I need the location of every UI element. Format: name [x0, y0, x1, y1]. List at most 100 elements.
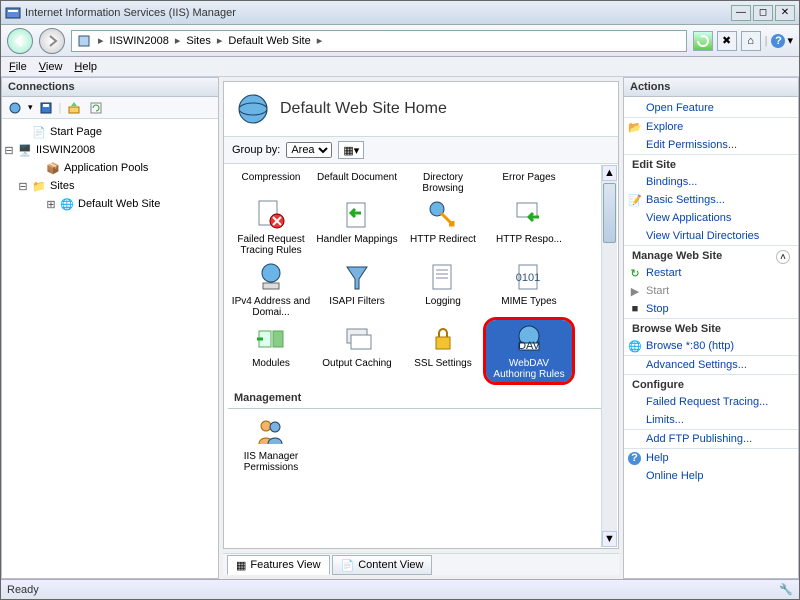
feature-failed-request-tracing[interactable]: Failed Request Tracing Rules	[228, 196, 314, 258]
feature-http-redirect[interactable]: HTTP Redirect	[400, 196, 486, 258]
isapi-filters-icon	[340, 260, 374, 294]
action-view-applications[interactable]: View Applications	[624, 209, 798, 227]
scroll-down-button[interactable]: ▼	[602, 531, 617, 547]
group-by-select[interactable]: Area	[286, 142, 332, 158]
feature-isapi-filters[interactable]: ISAPI Filters	[314, 258, 400, 320]
breadcrumb-sites[interactable]: Sites	[186, 35, 210, 47]
navbar: IISWIN2008 Sites Default Web Site ✖ ⌂ | …	[1, 25, 799, 57]
config-scope-icon: 🔧	[779, 583, 793, 596]
refresh-button[interactable]	[693, 31, 713, 51]
connect-button[interactable]	[6, 99, 24, 117]
group-manage-web-site: Manage Web Site˄	[624, 245, 798, 264]
mime-types-icon: 0101	[512, 260, 546, 294]
feature-mime-types[interactable]: 0101 MIME Types	[486, 258, 572, 320]
titlebar: Internet Information Services (IIS) Mana…	[1, 1, 799, 25]
feature-compression[interactable]: Compression	[228, 170, 314, 196]
stop-nav-button[interactable]: ✖	[717, 31, 737, 51]
scroll-thumb[interactable]	[603, 183, 616, 243]
feature-ssl-settings[interactable]: SSL Settings	[400, 320, 486, 382]
feature-label: Output Caching	[322, 358, 392, 369]
features-view-icon: ▦	[236, 559, 246, 572]
group-by-label: Group by:	[232, 144, 280, 156]
help-dropdown[interactable]: ? ▾	[771, 31, 793, 51]
close-button[interactable]: ✕	[775, 5, 795, 21]
scroll-up-button[interactable]: ▲	[602, 165, 617, 181]
connections-panel: Connections ▾ | 📄Start Page ⊟🖥️IISWIN200…	[1, 77, 219, 579]
tab-features-view[interactable]: ▦Features View	[227, 555, 330, 575]
iis-mgr-perm-icon	[254, 415, 288, 449]
action-add-ftp-publishing[interactable]: Add FTP Publishing...	[624, 429, 798, 448]
group-configure: Configure	[624, 374, 798, 393]
tree-server[interactable]: ⊟🖥️IISWIN2008	[4, 141, 216, 159]
iis-icon	[5, 5, 21, 21]
tree-app-pools[interactable]: 📦Application Pools	[4, 159, 216, 177]
tree-start-page[interactable]: 📄Start Page	[4, 123, 216, 141]
action-basic-settings[interactable]: 📝Basic Settings...	[624, 191, 798, 209]
refresh-tree-button[interactable]	[87, 99, 105, 117]
failed-request-tracing-icon	[254, 198, 288, 232]
feature-modules[interactable]: Modules	[228, 320, 314, 382]
feature-logging[interactable]: Logging	[400, 258, 486, 320]
feature-iis-mgr-perm[interactable]: IIS Manager Permissions	[228, 413, 314, 475]
feature-ipv4[interactable]: IPv4 Address and Domai...	[228, 258, 314, 320]
action-limits[interactable]: Limits...	[624, 411, 798, 429]
action-online-help[interactable]: Online Help	[624, 467, 798, 485]
feature-label: MIME Types	[501, 296, 556, 307]
up-button[interactable]	[65, 99, 83, 117]
action-view-virtual-directories[interactable]: View Virtual Directories	[624, 227, 798, 245]
breadcrumb-server[interactable]: IISWIN2008	[110, 35, 169, 47]
tab-content-view[interactable]: 📄Content View	[332, 555, 433, 575]
help-icon: ?	[628, 452, 641, 465]
action-help[interactable]: ?Help	[624, 448, 798, 467]
feature-webdav[interactable]: DAVWebDAV Authoring Rules	[486, 320, 572, 382]
menu-file[interactable]: File	[9, 61, 27, 73]
minimize-button[interactable]: ―	[731, 5, 751, 21]
forward-button[interactable]	[39, 28, 65, 54]
action-restart[interactable]: ↻Restart	[624, 264, 798, 282]
feature-label: ISAPI Filters	[329, 296, 385, 307]
menu-help[interactable]: Help	[74, 61, 97, 73]
action-edit-permissions[interactable]: Edit Permissions...	[624, 136, 798, 154]
action-start[interactable]: ▶Start	[624, 282, 798, 300]
action-explore[interactable]: 📂Explore	[624, 117, 798, 136]
ssl-settings-icon	[426, 322, 460, 356]
view-mode-dropdown[interactable]: ▦▾	[338, 141, 364, 159]
page-title: Default Web Site Home	[280, 100, 447, 118]
action-stop[interactable]: ■Stop	[624, 300, 798, 318]
collapse-icon[interactable]: ˄	[776, 250, 790, 264]
menu-view[interactable]: View	[39, 61, 63, 73]
breadcrumb-default-site[interactable]: Default Web Site	[228, 35, 310, 47]
statusbar: Ready 🔧	[1, 579, 799, 599]
maximize-button[interactable]: ◻	[753, 5, 773, 21]
connections-tree: 📄Start Page ⊟🖥️IISWIN2008 📦Application P…	[2, 119, 218, 578]
apppools-icon: 📦	[45, 160, 61, 176]
action-advanced-settings[interactable]: Advanced Settings...	[624, 355, 798, 374]
center-panel: Default Web Site Home Group by: Area ▦▾ …	[219, 77, 623, 579]
start-page-icon: 📄	[31, 124, 47, 140]
action-browse-80[interactable]: 🌐Browse *:80 (http)	[624, 337, 798, 355]
features-pane: CompressionDefault DocumentDirectory Bro…	[224, 164, 618, 548]
feature-output-caching[interactable]: Output Caching	[314, 320, 400, 382]
feature-directory-browsing[interactable]: Directory Browsing	[400, 170, 486, 196]
webdav-icon: DAV	[512, 322, 546, 356]
sites-icon: 📁	[31, 178, 47, 194]
feature-default-document[interactable]: Default Document	[314, 170, 400, 196]
home-button[interactable]: ⌂	[741, 31, 761, 51]
features-scrollbar[interactable]: ▲ ▼	[601, 165, 617, 547]
tree-sites[interactable]: ⊟📁Sites	[4, 177, 216, 195]
action-bindings[interactable]: Bindings...	[624, 173, 798, 191]
feature-http-response[interactable]: HTTP Respo...	[486, 196, 572, 258]
tree-default-web-site[interactable]: ⊞🌐Default Web Site	[4, 195, 216, 213]
action-failed-request-tracing[interactable]: Failed Request Tracing...	[624, 393, 798, 411]
site-icon: 🌐	[59, 196, 75, 212]
connections-toolbar: ▾ |	[2, 97, 218, 119]
save-connections-button[interactable]	[37, 99, 55, 117]
feature-error-pages[interactable]: Error Pages	[486, 170, 572, 196]
address-bar[interactable]: IISWIN2008 Sites Default Web Site	[71, 30, 687, 52]
feature-handler-mappings[interactable]: Handler Mappings	[314, 196, 400, 258]
feature-label: Directory Browsing	[402, 172, 484, 194]
connections-header: Connections	[2, 78, 218, 97]
status-text: Ready	[7, 584, 39, 596]
action-open-feature[interactable]: Open Feature	[624, 99, 798, 117]
back-button[interactable]	[7, 28, 33, 54]
